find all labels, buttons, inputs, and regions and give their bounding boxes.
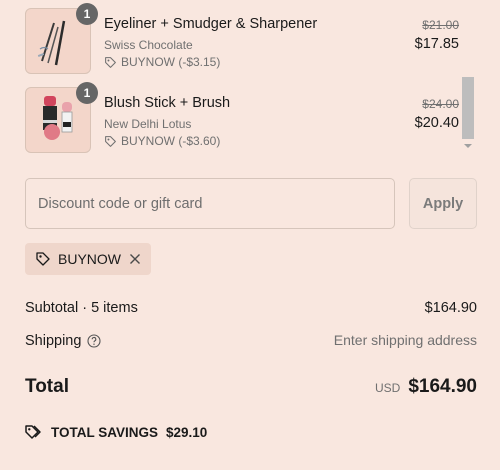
discount-code-input[interactable] [25,178,395,229]
double-tag-icon [25,425,41,439]
savings-label: TOTAL SAVINGS [51,424,159,440]
product-name: Eyeliner + Smudger & Sharpener [104,16,318,32]
tag-icon [36,252,50,266]
subtotal-label: Subtotal · 5 items [25,300,138,316]
subtotal-row: Subtotal · 5 items $164.90 [25,300,477,316]
applied-discount-chip: BUYNOW [25,243,151,275]
total-label: Total [25,376,69,397]
shipping-label-group: Shipping [25,333,101,349]
original-price: $21.00 [422,18,459,32]
applied-code-label: BUYNOW [58,251,121,267]
item-discount: BUYNOW (-$3.60) [104,134,220,148]
savings-value: $29.10 [166,424,208,440]
product-name: Blush Stick + Brush [104,95,231,111]
close-icon[interactable] [129,253,141,265]
apply-discount-button[interactable]: Apply [409,178,477,229]
tag-icon [105,56,116,68]
order-items-list: 1 Eyeliner + Smudger & Sharpener Swiss C… [0,0,478,155]
product-variant: Swiss Chocolate [104,38,193,52]
total-savings: TOTAL SAVINGS $29.10 [25,424,207,440]
quantity-badge: 1 [76,82,98,104]
shipping-row: Shipping Enter shipping address [25,332,477,349]
line-item: 1 Eyeliner + Smudger & Sharpener Swiss C… [25,3,475,74]
help-circle-icon[interactable] [87,334,101,348]
subtotal-value: $164.90 [424,300,477,316]
scrollbar-thumb[interactable] [462,77,474,139]
tag-icon [105,135,116,147]
scroll-down-arrow-icon[interactable] [463,141,473,151]
product-thumbnail: 1 [25,3,98,74]
item-discount-label: BUYNOW (-$3.15) [121,55,221,69]
total-amount: $164.90 [408,376,477,397]
shipping-label: Shipping [25,333,82,349]
shipping-value: Enter shipping address [333,332,477,348]
currency-code: USD [374,381,401,395]
item-price: $20.40 [414,115,459,131]
total-amount-group: USD $164.90 [375,376,477,398]
quantity-badge: 1 [76,3,98,25]
total-row: Total USD $164.90 [25,376,477,398]
original-price: $24.00 [422,97,459,111]
line-item: 1 Blush Stick + Brush New Delhi Lotus BU… [25,82,475,153]
product-thumbnail: 1 [25,82,98,153]
item-discount: BUYNOW (-$3.15) [104,55,220,69]
item-discount-label: BUYNOW (-$3.60) [121,134,221,148]
remove-discount-button[interactable] [129,253,141,265]
item-price: $17.85 [414,36,459,52]
product-variant: New Delhi Lotus [104,117,192,131]
